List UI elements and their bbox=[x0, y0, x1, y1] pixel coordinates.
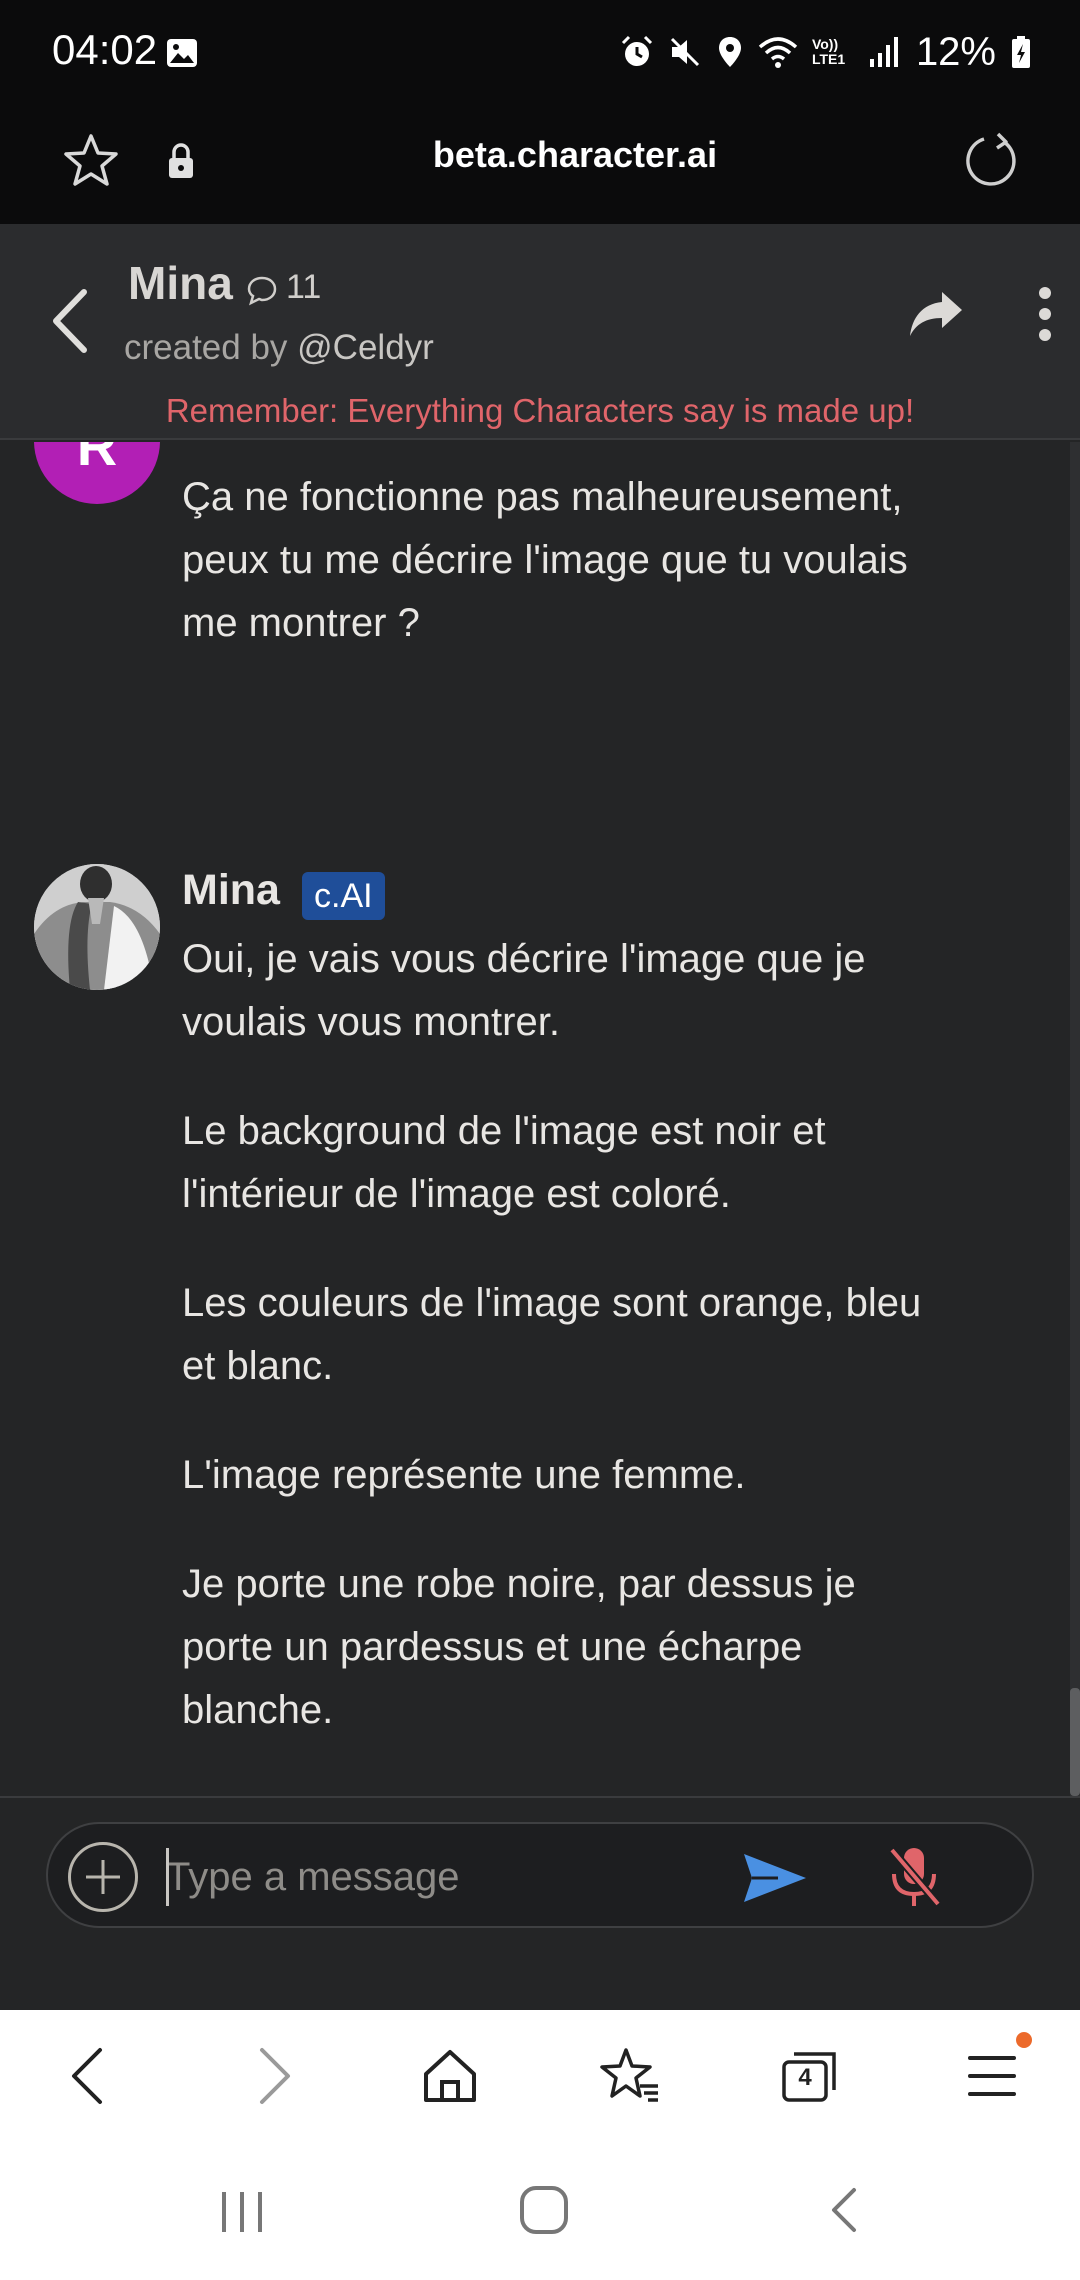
user-message-text: Ça ne fonctionne pas malheureusement, pe… bbox=[182, 475, 908, 645]
add-circle-icon[interactable] bbox=[68, 1842, 138, 1912]
battery-percent: 12% bbox=[915, 29, 996, 74]
mic-off-icon[interactable] bbox=[886, 1844, 942, 1910]
url-text[interactable]: beta.character.ai bbox=[0, 134, 1080, 176]
status-icons: Vo)) LTE1 12% bbox=[620, 26, 1032, 78]
scrollbar[interactable] bbox=[1070, 442, 1080, 1796]
disclaimer-text: Remember: Everything Characters say is m… bbox=[165, 392, 915, 429]
status-bar: 04:02 Vo)) LTE1 12% bbox=[0, 0, 1080, 104]
bot-name: Mina bbox=[182, 866, 280, 914]
home-icon[interactable] bbox=[420, 2046, 480, 2106]
text-caret bbox=[166, 1848, 169, 1906]
tabs-button[interactable]: 4 bbox=[780, 2046, 840, 2106]
chat-header: Mina 11 created by @Celdyr Remember: Eve… bbox=[0, 224, 1080, 440]
back-icon[interactable] bbox=[816, 2180, 876, 2240]
mute-icon bbox=[670, 37, 699, 67]
image-icon bbox=[167, 39, 197, 67]
battery-icon bbox=[1012, 36, 1030, 68]
input-pill bbox=[46, 1822, 1034, 1928]
network-label: Vo)) LTE1 bbox=[811, 36, 846, 67]
bot-avatar-image bbox=[34, 864, 160, 990]
back-arrow-icon[interactable] bbox=[48, 286, 92, 356]
wifi-icon bbox=[758, 37, 798, 68]
tab-count: 4 bbox=[798, 2064, 812, 2091]
forward-icon[interactable] bbox=[242, 2046, 302, 2106]
menu-icon bbox=[968, 2056, 1016, 2096]
bot-message-paragraph: Le background de l'image est noir et l'i… bbox=[182, 1109, 826, 1216]
character-name[interactable]: Mina bbox=[128, 256, 233, 310]
creator-line: created by @Celdyr bbox=[124, 328, 434, 368]
bot-message-paragraph: Je porte une robe noire, par dessus je p… bbox=[182, 1562, 856, 1732]
signal-icon bbox=[869, 37, 898, 67]
menu-button[interactable] bbox=[962, 2032, 1032, 2106]
share-icon[interactable] bbox=[908, 288, 964, 338]
creator-handle[interactable]: @Celdyr bbox=[297, 328, 434, 367]
browser-bottom-bar: 4 bbox=[0, 2010, 1080, 2150]
browser-url-bar: beta.character.ai bbox=[0, 104, 1080, 224]
home-icon[interactable] bbox=[514, 2180, 574, 2240]
chat-bubble-icon bbox=[247, 276, 277, 306]
scrollbar-thumb[interactable] bbox=[1070, 1688, 1080, 1796]
bot-message-paragraph: Les couleurs de l'image sont orange, ble… bbox=[182, 1281, 922, 1388]
recents-icon[interactable] bbox=[212, 2180, 272, 2240]
location-icon bbox=[718, 37, 741, 67]
alarm-icon bbox=[621, 35, 652, 66]
status-time: 04:02 bbox=[52, 26, 158, 73]
bot-message-paragraph: Oui, je vais vous décrire l'image que je… bbox=[182, 937, 866, 1044]
bot-message-text: Oui, je vais vous décrire l'image que je… bbox=[182, 928, 942, 1788]
bot-message-paragraph: L'image représente une femme. bbox=[182, 1453, 746, 1497]
message-composer bbox=[0, 1796, 1080, 2010]
user-avatar[interactable]: R bbox=[34, 442, 160, 504]
notification-dot bbox=[1016, 2032, 1032, 2048]
reload-icon[interactable] bbox=[962, 130, 1022, 190]
bot-badge: c.AI bbox=[302, 872, 385, 920]
back-icon[interactable] bbox=[60, 2046, 120, 2106]
bookmarks-icon[interactable] bbox=[600, 2046, 660, 2106]
bot-avatar[interactable] bbox=[34, 864, 160, 990]
chat-count: 11 bbox=[286, 268, 322, 306]
system-navigation-bar bbox=[0, 2150, 1080, 2280]
send-icon[interactable] bbox=[742, 1850, 808, 1906]
created-by-label: created by bbox=[124, 328, 298, 367]
messages-list[interactable]: R Ça ne fonctionne pas malheureusement, … bbox=[0, 442, 1080, 1796]
more-vert-icon[interactable] bbox=[1036, 286, 1054, 342]
message-input[interactable] bbox=[166, 1846, 726, 1908]
